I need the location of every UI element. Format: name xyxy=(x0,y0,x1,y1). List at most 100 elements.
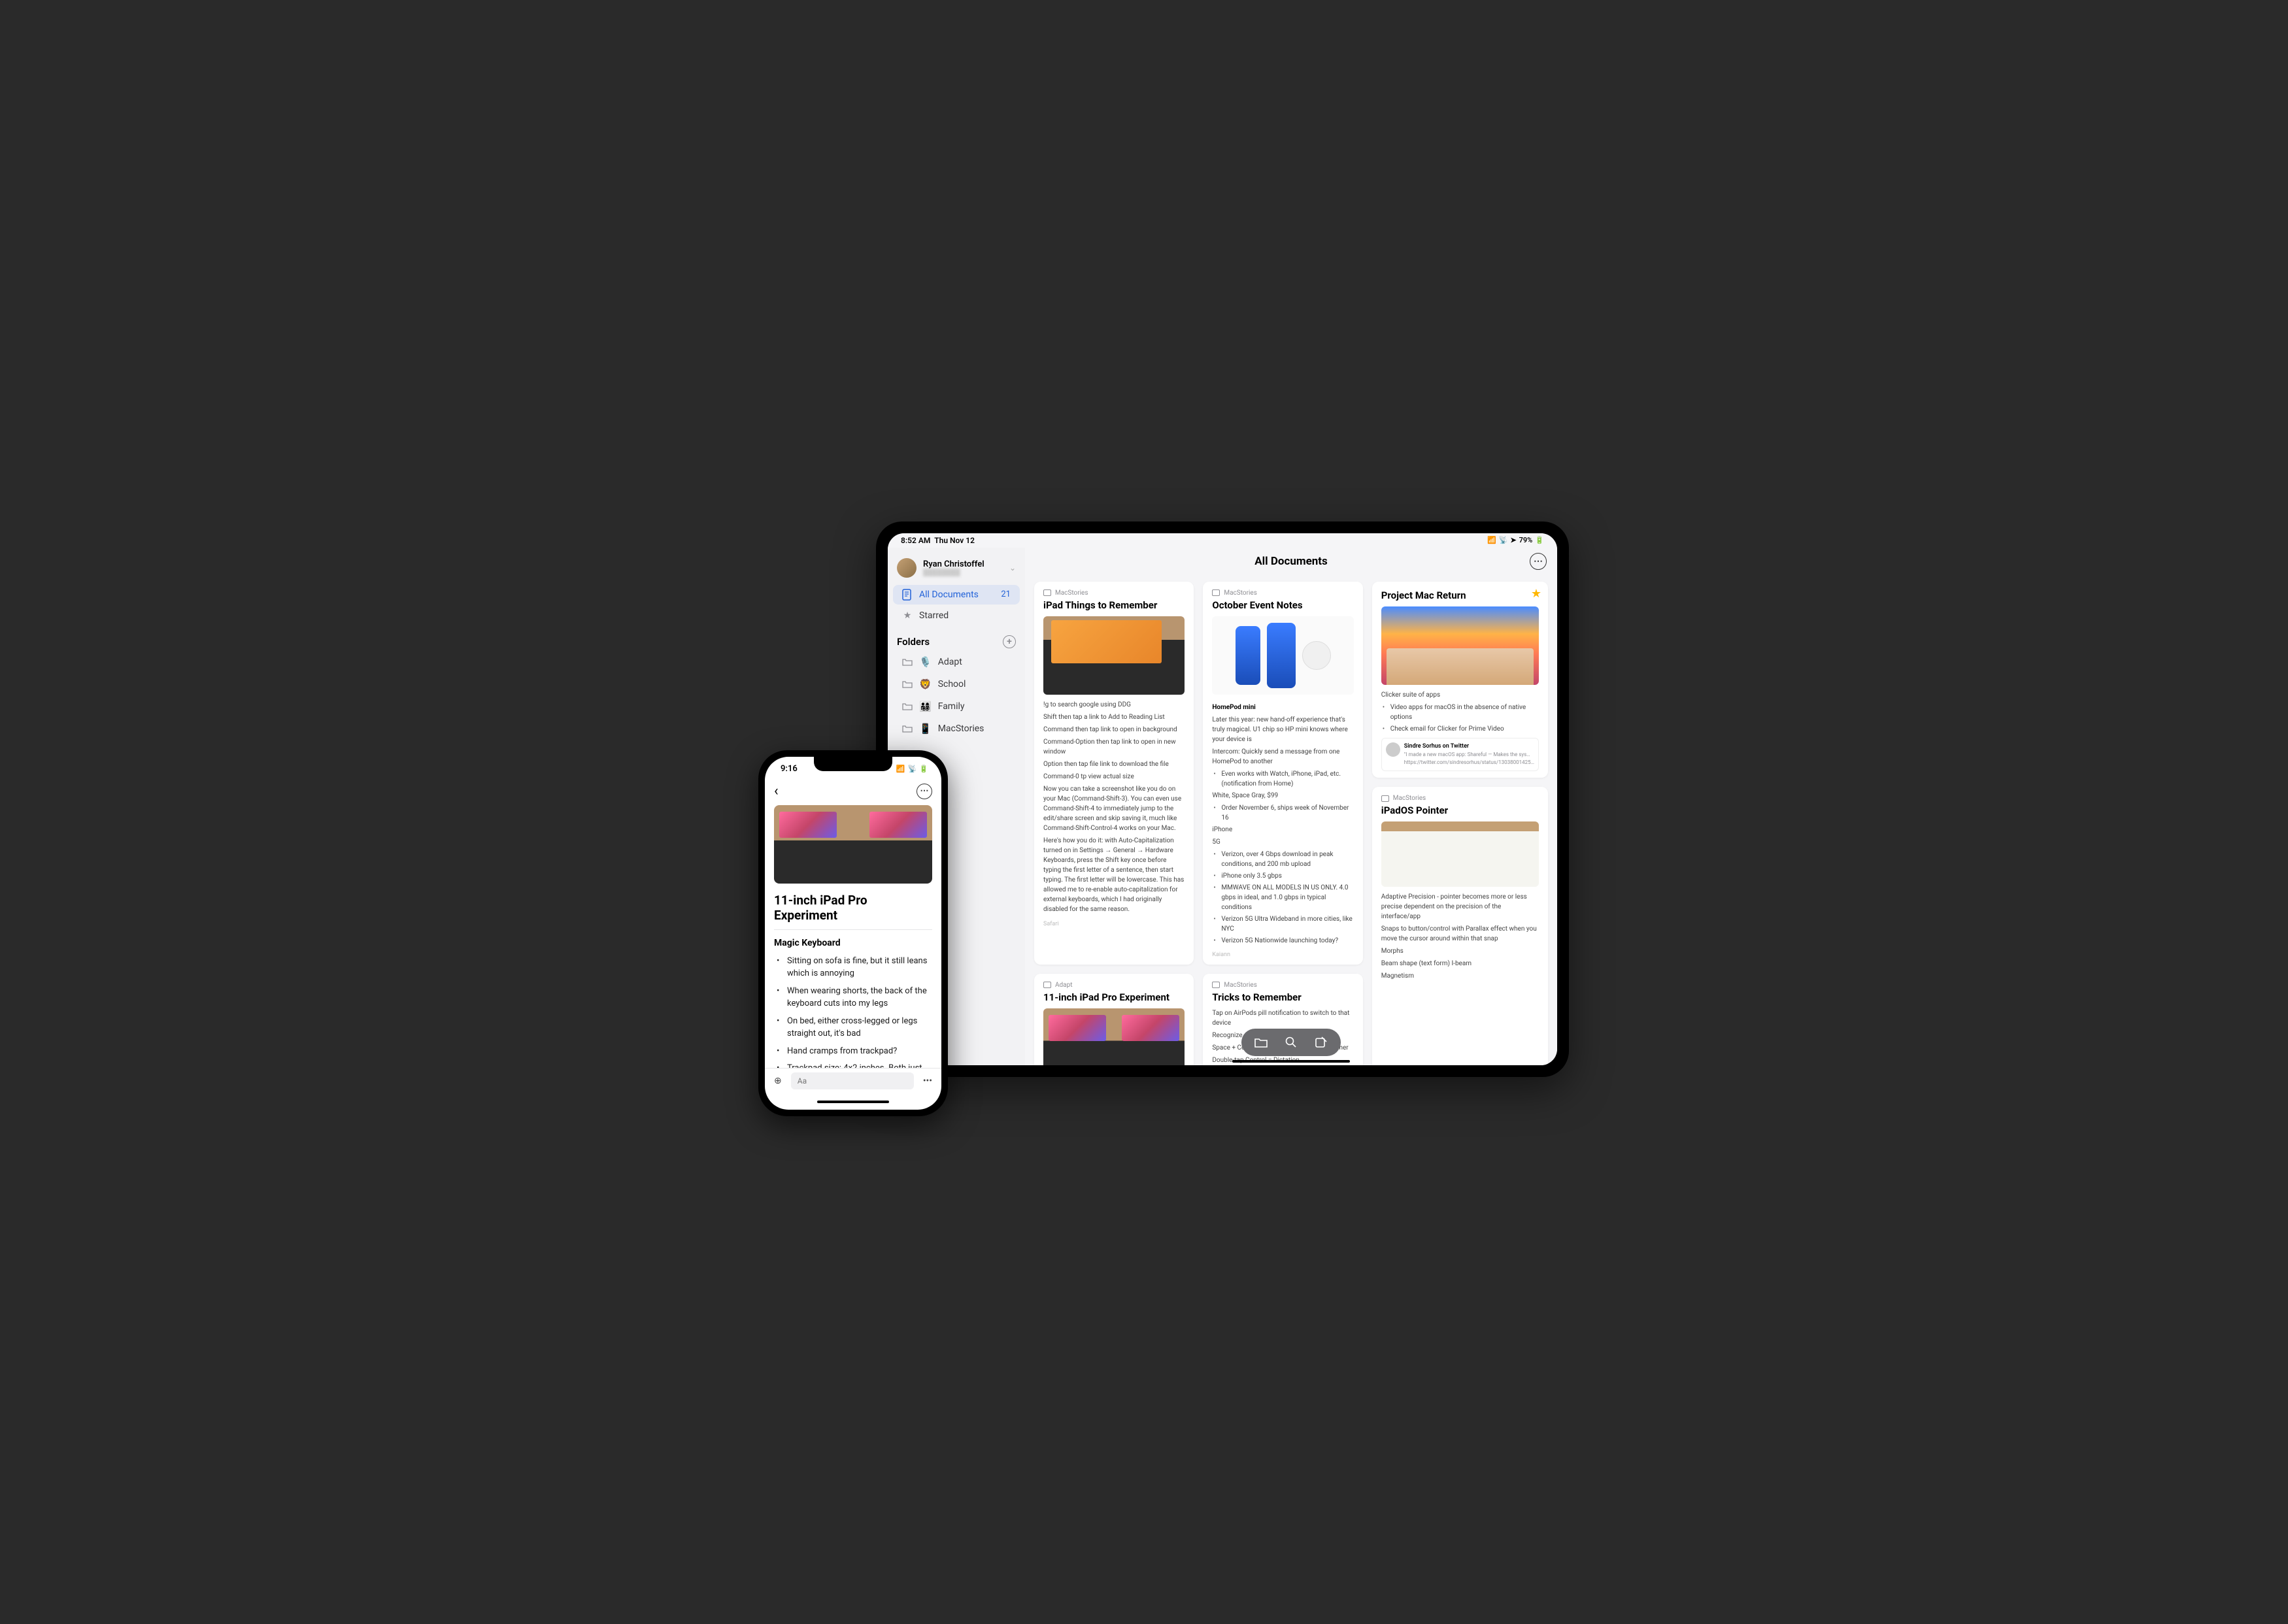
tweet-embed[interactable]: Sindre Sorhus on Twitter "I made a new m… xyxy=(1381,738,1539,772)
profile-row[interactable]: Ryan Christoffel ████████ ⌄ xyxy=(888,554,1025,584)
card-footer: Safari xyxy=(1043,921,1185,927)
toolbar-more-button[interactable]: ••• xyxy=(923,1076,932,1086)
home-indicator[interactable] xyxy=(765,1094,941,1110)
sidebar-folder-family[interactable]: 👨‍👩‍👧‍👦 Family xyxy=(893,696,1020,717)
folders-heading: Folders xyxy=(897,636,930,648)
note-heading: Magic Keyboard xyxy=(774,938,932,948)
card-crumb: MacStories xyxy=(1393,795,1426,802)
card-title: Project Mac Return xyxy=(1381,589,1539,601)
card-line: Here's how you do it: with Auto-Capitali… xyxy=(1043,836,1185,914)
attach-button[interactable]: ⊕ xyxy=(774,1076,782,1086)
battery-icon: 🔋 xyxy=(919,765,928,773)
card-crumb: Adapt xyxy=(1055,982,1073,989)
tweet-author: Sindre Sorhus on Twitter xyxy=(1404,742,1534,752)
card-footer: Kaiann xyxy=(1212,952,1353,958)
format-input[interactable] xyxy=(791,1072,914,1089)
card-thumbnail xyxy=(1381,821,1539,887)
ipad-device: 8:52 AM Thu Nov 12 📶 📡 ➤ 79% 🔋 Ryan Chri… xyxy=(876,522,1569,1077)
card-line: Intercom: Quickly send a message from on… xyxy=(1212,747,1353,767)
profile-name: Ryan Christoffel xyxy=(923,559,1003,569)
folder-label: Adapt xyxy=(938,657,962,667)
sidebar-folder-macstories[interactable]: 📱 MacStories xyxy=(893,718,1020,739)
dock-folder-button[interactable] xyxy=(1248,1030,1274,1055)
more-button[interactable]: ⋯ xyxy=(1530,553,1547,570)
back-button[interactable]: ‹ xyxy=(774,783,779,799)
folder-emoji: 👨‍👩‍👧‍👦 xyxy=(919,701,932,712)
document-card[interactable]: Adapt 11-inch iPad Pro Experiment Magic … xyxy=(1034,974,1194,1065)
sidebar-folder-school[interactable]: 🦁 School xyxy=(893,674,1020,695)
sidebar-item-all-documents[interactable]: All Documents 21 xyxy=(893,585,1020,605)
card-crumb: MacStories xyxy=(1224,982,1257,989)
card-line: 5G xyxy=(1212,837,1353,847)
signal-icon: 📶 xyxy=(1487,536,1496,544)
document-count: 21 xyxy=(1001,589,1011,599)
folder-icon xyxy=(1212,589,1220,596)
folder-icon xyxy=(902,657,913,667)
page-title: All Documents xyxy=(1254,555,1328,568)
card-line: Clicker suite of apps xyxy=(1381,690,1539,700)
avatar xyxy=(897,558,917,578)
folder-icon xyxy=(1212,982,1220,988)
folder-icon xyxy=(902,679,913,689)
document-card[interactable]: MacStories October Event Notes HomePod m… xyxy=(1203,582,1362,965)
folder-label: Family xyxy=(938,701,965,712)
folder-icon xyxy=(1381,795,1389,802)
card-title: October Event Notes xyxy=(1212,599,1353,611)
sidebar-item-label: Starred xyxy=(919,610,949,621)
iphone-nav: ‹ ⋯ xyxy=(765,782,941,801)
signal-icon: 📶 xyxy=(896,765,905,773)
card-thumbnail xyxy=(1043,616,1185,695)
iphone-time: 9:16 xyxy=(781,764,798,774)
document-card[interactable]: MacStories iPad Things to Remember !g to… xyxy=(1034,582,1194,965)
card-thumbnail xyxy=(1043,1008,1185,1065)
note-bullet: Trackpad size: 4x2 inches. Both just sli… xyxy=(787,1062,932,1068)
card-crumb: MacStories xyxy=(1055,589,1088,597)
card-line: Adaptive Precision - pointer becomes mor… xyxy=(1381,892,1539,921)
floating-dock xyxy=(1241,1029,1341,1056)
iphone-toolbar: ⊕ ••• xyxy=(765,1068,941,1094)
card-line: MMWAVE ON ALL MODELS IN US ONLY. 4.0 gbp… xyxy=(1221,883,1353,912)
sidebar-item-starred[interactable]: ★ Starred xyxy=(893,606,1020,625)
battery-percent: 79% xyxy=(1519,536,1533,544)
note-bullet: Sitting on sofa is fine, but it still le… xyxy=(787,955,932,980)
tweet-text: "I made a new macOS app: Shareful — Make… xyxy=(1404,751,1534,759)
note-title: 11-inch iPad Pro Experiment xyxy=(774,893,932,923)
more-button[interactable]: ⋯ xyxy=(917,784,932,799)
notch xyxy=(814,757,892,771)
card-line: Command-Option then tap link to open in … xyxy=(1043,737,1185,757)
card-thumbnail xyxy=(1381,606,1539,685)
card-title: iPadOS Pointer xyxy=(1381,804,1539,816)
sidebar-item-label: All Documents xyxy=(919,589,979,600)
card-title: iPad Things to Remember xyxy=(1043,599,1185,611)
folder-icon xyxy=(1043,982,1051,988)
note-body[interactable]: 11-inch iPad Pro Experiment Magic Keyboa… xyxy=(765,801,941,1068)
note-hero-image xyxy=(774,805,932,884)
add-folder-button[interactable]: + xyxy=(1003,635,1016,648)
document-card[interactable]: ★ Project Mac Return Clicker suite of ap… xyxy=(1372,582,1548,778)
document-card[interactable]: MacStories iPadOS Pointer Adaptive Preci… xyxy=(1372,787,1548,1065)
card-line: Later this year: new hand-off experience… xyxy=(1212,715,1353,744)
sidebar-folder-adapt[interactable]: 🎙️ Adapt xyxy=(893,652,1020,672)
card-line: Check email for Clicker for Prime Video xyxy=(1390,724,1539,734)
card-title: Tricks to Remember xyxy=(1212,991,1353,1003)
home-indicator[interactable] xyxy=(1232,1060,1350,1063)
folder-label: MacStories xyxy=(938,723,984,734)
folder-icon xyxy=(902,701,913,712)
card-line: Order November 6, ships week of November… xyxy=(1221,803,1353,823)
dock-search-button[interactable] xyxy=(1278,1030,1304,1055)
main-panel: All Documents ⋯ MacStories iPad Things t… xyxy=(1025,548,1557,1065)
dock-compose-button[interactable] xyxy=(1308,1030,1334,1055)
wifi-icon: 📡 xyxy=(1499,536,1508,544)
tweet-link: https://twitter.com/sindresorhus/status/… xyxy=(1404,759,1534,767)
divider xyxy=(774,929,932,930)
card-line: Option then tap file link to download th… xyxy=(1043,759,1185,769)
folder-label: School xyxy=(938,679,966,689)
card-title: 11-inch iPad Pro Experiment xyxy=(1043,991,1185,1003)
tweet-avatar xyxy=(1386,742,1400,757)
folder-icon xyxy=(902,723,913,734)
ipad-time: 8:52 AM xyxy=(901,536,930,545)
card-line: Magnetism xyxy=(1381,971,1539,981)
location-icon: ➤ xyxy=(1510,536,1516,544)
card-line: Beam shape (text form) I-beam xyxy=(1381,959,1539,969)
card-line: Tap on AirPods pill notification to swit… xyxy=(1212,1008,1353,1028)
